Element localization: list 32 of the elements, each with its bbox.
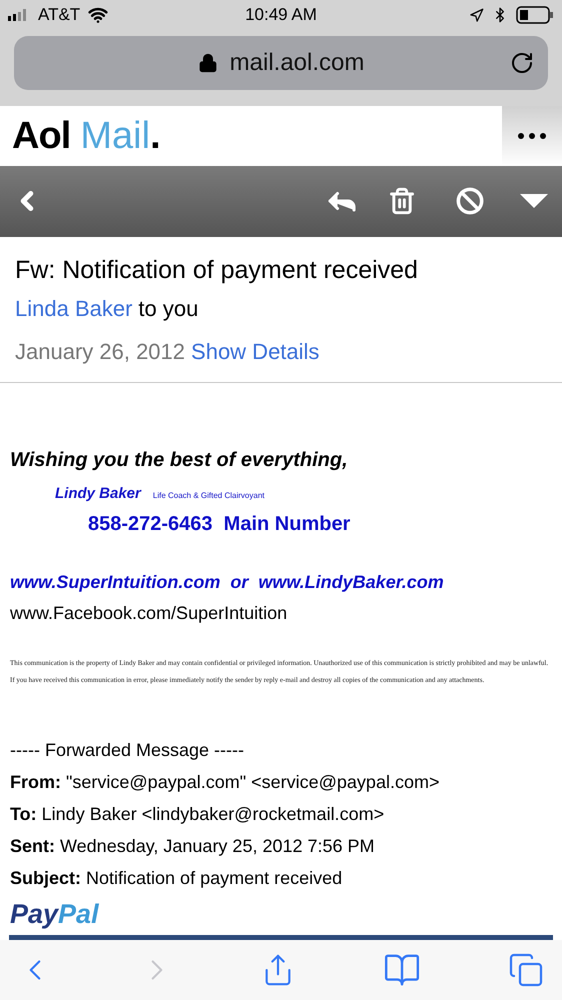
tabs-icon[interactable] xyxy=(508,952,544,988)
facebook-link[interactable]: www.Facebook.com/SuperIntuition xyxy=(10,600,552,628)
forwarded-divider: ----- Forwarded Message ----- xyxy=(10,739,246,762)
signature-title: Life Coach & Gifted Clairvoyant xyxy=(152,490,264,502)
carrier-name: AT&T xyxy=(38,4,80,26)
greeting-text: Wishing you the best of everything, xyxy=(10,448,349,473)
wifi-icon xyxy=(88,5,108,25)
address-bar[interactable]: mail.aol.com xyxy=(14,36,548,90)
forwarded-header-line: From: "service@paypal.com" <service@paypal.com> xyxy=(10,771,440,794)
reload-icon[interactable] xyxy=(510,51,534,75)
signature-name: Lindy Baker xyxy=(55,484,141,504)
show-details-link[interactable]: Show Details xyxy=(191,334,320,368)
more-icon xyxy=(518,133,546,139)
paypal-logo: PayPal xyxy=(10,898,100,932)
location-icon xyxy=(468,8,484,22)
forwarded-header-line: Subject: Notification of payment received xyxy=(10,867,344,890)
email-subject: Fw: Notification of payment received xyxy=(15,254,419,286)
trash-icon[interactable] xyxy=(388,187,416,216)
email-date: January 26, 2012 xyxy=(15,338,186,366)
dropdown-icon[interactable] xyxy=(520,194,548,208)
lock-icon xyxy=(198,53,218,73)
sender-link[interactable]: Linda Baker xyxy=(15,292,132,325)
phone-number: 858-272-6463 Main Number xyxy=(87,512,352,538)
recipient-text: to you xyxy=(138,294,198,323)
block-icon[interactable] xyxy=(456,187,484,216)
forwarded-header-line: Sent: Wednesday, January 25, 2012 7:56 PM xyxy=(10,835,376,858)
website-links[interactable]: www.SuperIntuition.com or www.LindyBaker.com xyxy=(10,569,552,596)
clock-time: 10:49 AM xyxy=(245,4,317,26)
battery-icon xyxy=(516,6,554,24)
app-logo: Aol Mail. xyxy=(11,114,162,158)
url-text: mail.aol.com xyxy=(230,48,364,78)
forwarded-header-line: To: Lindy Baker <lindybaker@rocketmail.com> xyxy=(10,803,386,826)
